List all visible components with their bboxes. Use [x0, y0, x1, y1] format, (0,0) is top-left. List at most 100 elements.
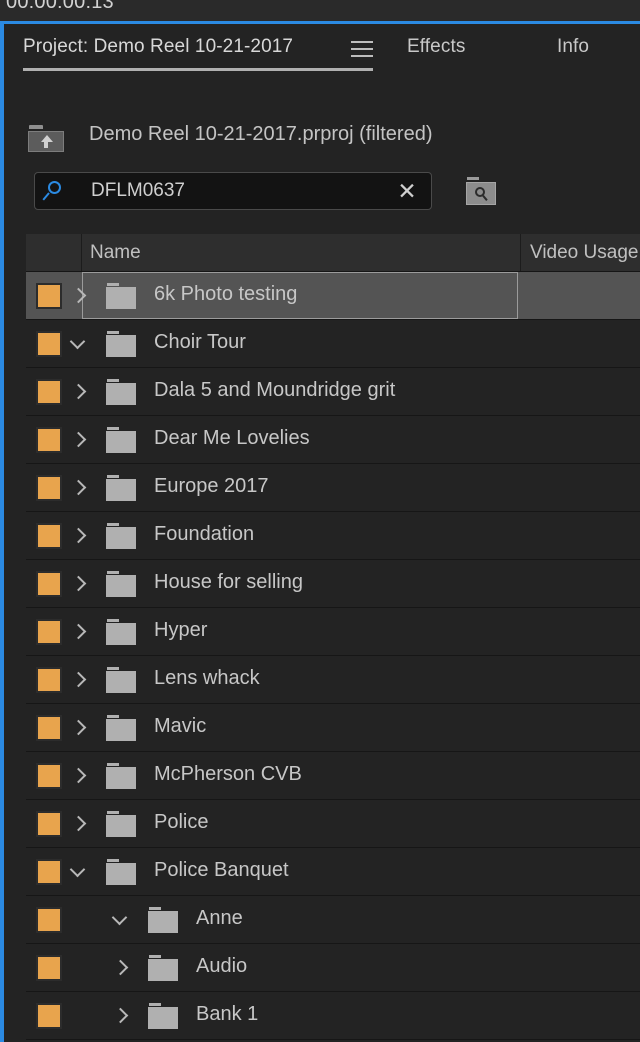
label-color-swatch[interactable]	[36, 427, 62, 453]
table-row[interactable]: McPherson CVB	[26, 752, 640, 800]
timecode-display[interactable]: 00:00:00:13	[6, 0, 114, 14]
chevron-down-icon[interactable]	[68, 848, 90, 895]
chevron-down-icon[interactable]	[110, 896, 132, 943]
label-color-swatch[interactable]	[36, 523, 62, 549]
folder-tab	[107, 379, 119, 382]
label-color-swatch[interactable]	[36, 1003, 62, 1029]
folder-icon	[106, 571, 136, 597]
chevron-right-icon[interactable]	[68, 368, 90, 415]
name-cell[interactable]	[82, 512, 518, 559]
chevron-right-icon[interactable]	[110, 992, 132, 1039]
folder-tab	[149, 955, 161, 958]
table-row[interactable]: Police Banquet	[26, 848, 640, 896]
label-color-swatch[interactable]	[36, 331, 62, 357]
name-cell[interactable]	[82, 272, 518, 319]
column-header-label-swatch[interactable]	[26, 234, 82, 271]
table-row[interactable]: Anne	[26, 896, 640, 944]
table-row[interactable]: 6k Photo testing	[26, 272, 640, 320]
label-color-swatch[interactable]	[36, 283, 62, 309]
chevron-right-icon[interactable]	[68, 464, 90, 511]
folder-tab	[107, 811, 119, 814]
tab-project[interactable]: Project: Demo Reel 10-21-2017	[23, 36, 293, 58]
table-row[interactable]: House for selling	[26, 560, 640, 608]
chevron-down-icon[interactable]	[68, 320, 90, 367]
chevron-right-icon[interactable]	[68, 704, 90, 751]
folder-body	[106, 431, 136, 453]
chevron-right-icon[interactable]	[68, 512, 90, 559]
name-cell[interactable]	[82, 464, 518, 511]
label-color-swatch[interactable]	[36, 619, 62, 645]
find-folder-tab	[467, 177, 479, 180]
name-cell[interactable]	[82, 320, 518, 367]
folder-body	[106, 815, 136, 837]
chevron-right-icon[interactable]	[68, 608, 90, 655]
find-in-project-icon[interactable]	[466, 177, 496, 205]
table-row[interactable]: Choir Tour	[26, 320, 640, 368]
magnifier-handle	[42, 192, 50, 201]
tab-info[interactable]: Info	[557, 36, 589, 58]
table-row[interactable]: Mavic	[26, 704, 640, 752]
name-cell[interactable]	[82, 800, 518, 847]
folder-icon	[106, 715, 136, 741]
table-row[interactable]: Police	[26, 800, 640, 848]
table-row[interactable]: Hyper	[26, 608, 640, 656]
folder-tab	[107, 859, 119, 862]
label-color-swatch[interactable]	[36, 907, 62, 933]
table-row[interactable]: Foundation	[26, 512, 640, 560]
label-color-swatch[interactable]	[36, 379, 62, 405]
table-row[interactable]: Lens whack	[26, 656, 640, 704]
table-row[interactable]: Dear Me Lovelies	[26, 416, 640, 464]
table-row[interactable]: Europe 2017	[26, 464, 640, 512]
folder-icon	[106, 283, 136, 309]
column-header-video-usage[interactable]: Video Usage	[520, 234, 638, 271]
bin-name-label: House for selling	[154, 571, 303, 593]
label-color-swatch[interactable]	[36, 667, 62, 693]
tab-effects[interactable]: Effects	[407, 36, 465, 58]
name-cell[interactable]	[82, 848, 518, 895]
label-color-swatch[interactable]	[36, 811, 62, 837]
search-icon	[42, 181, 69, 203]
table-row[interactable]: Dala 5 and Moundridge grit	[26, 368, 640, 416]
name-cell[interactable]	[82, 608, 518, 655]
bin-name-label: McPherson CVB	[154, 763, 302, 785]
chevron-right-icon[interactable]	[68, 752, 90, 799]
chevron-right-icon[interactable]	[68, 800, 90, 847]
folder-icon	[106, 763, 136, 789]
timecode-strip: 00:00:00:13	[0, 0, 640, 21]
label-color-cell[interactable]	[26, 944, 82, 991]
chevron-right-icon[interactable]	[68, 560, 90, 607]
label-color-swatch[interactable]	[36, 955, 62, 981]
folder-icon	[106, 331, 136, 357]
folder-tab	[149, 907, 161, 910]
name-cell[interactable]	[82, 656, 518, 703]
label-color-swatch[interactable]	[36, 571, 62, 597]
label-color-cell[interactable]	[26, 896, 82, 943]
label-color-cell[interactable]	[26, 992, 82, 1039]
table-row[interactable]: Audio	[26, 944, 640, 992]
chevron-right-icon[interactable]	[68, 416, 90, 463]
name-cell[interactable]	[82, 704, 518, 751]
chevron-right-icon[interactable]	[68, 656, 90, 703]
label-color-swatch[interactable]	[36, 859, 62, 885]
bin-name-label: Europe 2017	[154, 475, 269, 497]
hamburger-menu-icon[interactable]	[351, 41, 373, 58]
column-header-name[interactable]: Name	[90, 242, 141, 264]
video-usage-cell	[518, 800, 640, 847]
folder-tab	[107, 331, 119, 334]
table-row[interactable]: Bank 1	[26, 992, 640, 1040]
search-input[interactable]: DFLM0637 ✕	[34, 172, 432, 210]
folder-body	[148, 1007, 178, 1029]
clear-search-icon[interactable]: ✕	[395, 179, 419, 203]
folder-tab	[107, 715, 119, 718]
bin-item-list[interactable]: 6k Photo testing Choir Tour Dala 5 and Mou…	[26, 272, 640, 1042]
folder-icon	[148, 907, 178, 933]
label-color-swatch[interactable]	[36, 715, 62, 741]
folder-icon	[148, 1003, 178, 1029]
navigate-up-folder-icon[interactable]	[28, 125, 64, 152]
chevron-right-icon[interactable]	[110, 944, 132, 991]
chevron-right-icon[interactable]	[68, 272, 90, 319]
label-color-swatch[interactable]	[36, 763, 62, 789]
bin-table-header: Name Video Usage	[26, 234, 640, 272]
folder-icon	[106, 523, 136, 549]
label-color-swatch[interactable]	[36, 475, 62, 501]
